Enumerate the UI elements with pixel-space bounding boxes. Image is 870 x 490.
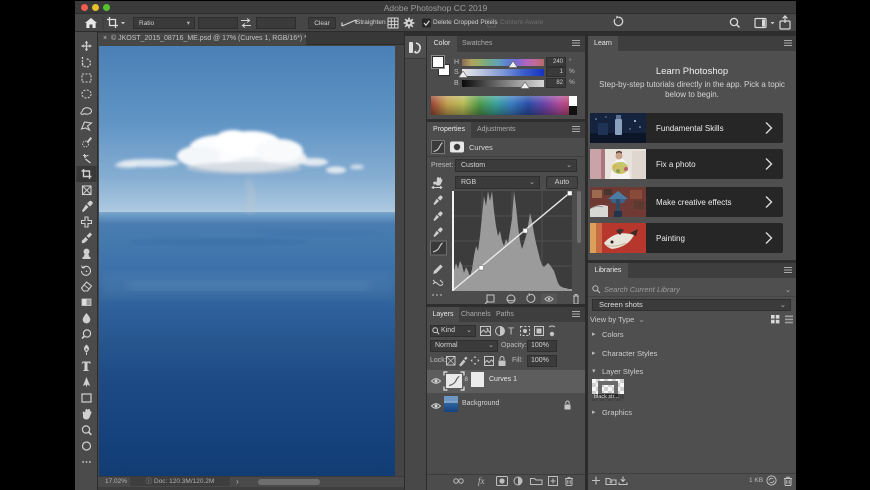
svg-text:T: T	[508, 327, 514, 338]
svg-text:fx: fx	[478, 476, 485, 486]
